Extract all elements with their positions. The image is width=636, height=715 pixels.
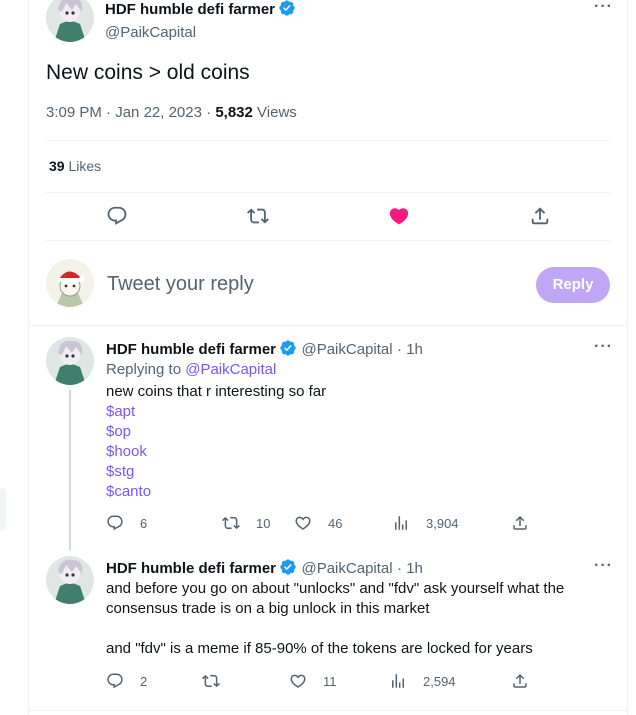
author-block: HDF humble defi farmer @PaikCapital (105, 0, 296, 41)
like-action[interactable]: 11 (289, 672, 337, 690)
analytics-icon (392, 674, 404, 688)
views-label: Views (257, 104, 297, 121)
side-panel-edge (0, 487, 6, 531)
retweet-action[interactable] (202, 672, 236, 690)
timestamp-row: 3:09 PM · Jan 22, 2023 · 5,832 Views (46, 104, 297, 121)
share-icon[interactable] (511, 672, 529, 695)
tweet-date[interactable]: Jan 22, 2023 (115, 104, 202, 121)
reply-action[interactable]: 2 (106, 672, 147, 690)
likes-label: Likes (68, 158, 102, 174)
divider (29, 325, 627, 326)
more-options-icon[interactable]: ··· (594, 338, 613, 356)
like-count: 11 (323, 673, 337, 689)
reply-text-line: and before you go on about "unlocks" and… (106, 580, 565, 597)
avatar[interactable] (46, 556, 94, 604)
views-count: 3,904 (426, 515, 459, 531)
verified-badge-icon (279, 558, 297, 581)
cashtag-link[interactable]: $canto (106, 482, 326, 502)
views-count: 5,832 (215, 104, 253, 121)
reply-action[interactable]: 6 (106, 514, 147, 532)
like-icon (295, 516, 311, 530)
divider (29, 710, 627, 711)
verified-badge-icon (279, 339, 297, 362)
retweet-count: 10 (256, 515, 271, 531)
author-name[interactable]: HDF humble defi farmer (106, 560, 276, 577)
thread-line (69, 390, 71, 550)
like-action[interactable]: 46 (294, 514, 342, 532)
avatar[interactable] (46, 0, 94, 42)
cashtag-link[interactable]: $op (106, 422, 326, 442)
replying-to-label: Replying to (106, 361, 182, 378)
reply-text-line: and "fdv" is a meme if 85-90% of the tok… (106, 640, 533, 657)
likes-link[interactable]: 39 Likes (49, 158, 101, 174)
reply-text-line (106, 619, 564, 639)
retweet-action[interactable]: 10 (222, 514, 270, 532)
reply-time[interactable]: 1h (406, 560, 423, 577)
reply-button[interactable]: Reply (536, 267, 610, 303)
views-action[interactable]: 3,904 (392, 514, 459, 532)
analytics-icon (395, 516, 407, 530)
reply-text: and before you go on about "unlocks" and… (106, 579, 564, 659)
like-filled-icon[interactable] (388, 205, 410, 232)
tweet-text: New coins > old coins (46, 61, 250, 84)
views-action[interactable]: 2,594 (389, 672, 456, 690)
reply-input[interactable]: Tweet your reply (107, 273, 254, 296)
reply-count: 6 (140, 515, 148, 531)
replying-to: Replying to @PaikCapital (106, 361, 276, 378)
divider (46, 140, 611, 141)
share-icon[interactable] (511, 514, 529, 537)
reply-time[interactable]: 1h (406, 341, 423, 358)
author-name[interactable]: HDF humble defi farmer (105, 1, 275, 18)
cashtag-link[interactable]: $stg (106, 462, 326, 482)
retweet-icon (222, 516, 240, 530)
likes-count: 39 (49, 158, 65, 174)
reply-header: HDF humble defi farmer @PaikCapital · 1h (106, 339, 423, 362)
reply-header: HDF humble defi farmer @PaikCapital · 1h (106, 558, 423, 581)
more-options-icon[interactable]: ··· (594, 557, 613, 575)
reply-count: 2 (140, 673, 148, 689)
share-icon[interactable] (529, 205, 551, 232)
like-count: 46 (328, 515, 343, 531)
retweet-icon[interactable] (247, 205, 269, 232)
replying-to-handle[interactable]: @PaikCapital (185, 361, 276, 378)
like-icon (290, 674, 306, 688)
views-count: 2,594 (423, 673, 456, 689)
more-options-icon[interactable]: ··· (594, 0, 613, 16)
reply-text-line: new coins that r interesting so far (106, 383, 327, 400)
author-handle[interactable]: @PaikCapital (301, 341, 392, 358)
own-avatar[interactable] (46, 259, 94, 307)
author-handle[interactable]: @PaikCapital (105, 24, 296, 41)
reply-icon (107, 515, 123, 531)
author-name[interactable]: HDF humble defi farmer (106, 341, 276, 358)
avatar[interactable] (46, 337, 94, 385)
divider (46, 192, 611, 193)
retweet-icon (202, 674, 220, 688)
cashtag-link[interactable]: $hook (106, 442, 326, 462)
author-handle[interactable]: @PaikCapital (301, 560, 392, 577)
cashtag-link[interactable]: $apt (106, 402, 326, 422)
reply-icon[interactable] (106, 205, 128, 232)
reply-text-line: consensus trade is on a big unlock in th… (106, 600, 430, 617)
divider (46, 240, 611, 241)
reply-text: new coins that r interesting so far $apt… (106, 382, 326, 502)
tweet-time[interactable]: 3:09 PM (46, 104, 102, 121)
reply-icon (107, 673, 123, 689)
tweet-column: HDF humble defi farmer @PaikCapital ··· … (28, 0, 628, 715)
verified-badge-icon (278, 0, 296, 22)
